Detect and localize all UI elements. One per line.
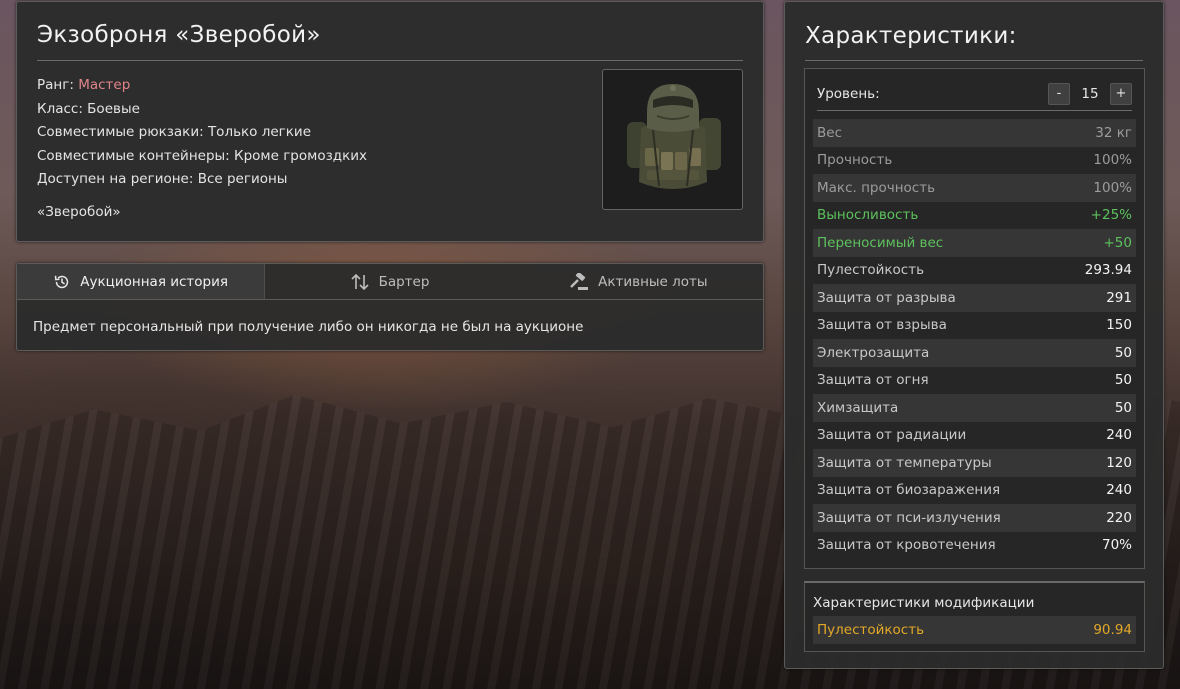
stat-row-weight: Вес 32 кг [813,119,1136,147]
stat-list: Вес 32 кг Прочность 100% Макс. прочность 10… [813,119,1136,559]
item-info-panel: Экзоброня «Зверобой» Ранг: Мастер Класс:… [16,1,764,242]
stat-row-explosion-protection: Защита от взрыва 150 [813,312,1136,340]
history-icon [55,275,69,288]
tab-auction-history-label: Аукционная история [80,273,229,290]
modification-row-bullet-resistance: Пулестойкость 90.94 [813,616,1136,644]
stat-value: 240 [1106,482,1132,499]
stat-value: 70% [1101,537,1132,554]
stat-value: 150 [1106,317,1132,334]
tab-barter[interactable]: Бартер [265,264,513,299]
stat-row-radiation-protection: Защита от радиации 240 [813,422,1136,450]
level-label: Уровень: [817,85,880,102]
stat-row-bleeding-protection: Защита от кровотечения 70% [813,532,1136,560]
item-image [602,69,743,210]
level-control: Уровень: - 15 + [817,77,1132,111]
swap-arrows-icon [351,273,369,290]
market-tabs-panel: Аукционная история Бартер Активные лоты … [16,263,764,351]
stat-value: 291 [1106,289,1132,306]
modification-stats-box: Характеристики модификации Пулестойкость… [804,581,1145,652]
item-title: Экзоброня «Зверобой» [37,22,321,48]
stat-value: 240 [1106,427,1132,444]
stat-row-electro-protection: Электрозащита 50 [813,339,1136,367]
modification-title: Характеристики модификации [813,595,1035,611]
modification-label: Пулестойкость [817,622,925,638]
stat-value: 100% [1093,179,1132,196]
stats-box: Уровень: - 15 + Вес 32 кг Прочность 100% М… [804,68,1145,569]
stat-label: Переносимый вес [817,234,944,251]
stat-row-max-durability: Макс. прочность 100% [813,174,1136,202]
stat-row-temperature-protection: Защита от температуры 120 [813,449,1136,477]
stat-label: Защита от пси-излучения [817,509,1001,526]
stat-value: 120 [1106,454,1132,471]
rank-value: Мастер [78,77,131,93]
backpacks-line: Совместимые рюкзаки: Только легкие [37,124,311,140]
stat-row-chemical-protection: Химзащита 50 [813,394,1136,422]
tab-active-lots-label: Активные лоты [598,273,708,290]
stat-row-stamina: Выносливость +25% [813,202,1136,230]
stat-label: Защита от радиации [817,427,967,444]
exoskeleton-armor-icon [626,83,721,189]
tab-barter-label: Бартер [378,273,430,290]
rank-line: Ранг: Мастер [37,74,367,98]
level-increase-button[interactable]: + [1110,82,1132,105]
stat-value: 293.94 [1084,262,1132,279]
stat-label: Защита от огня [817,372,929,389]
stat-label: Защита от взрыва [817,317,947,334]
class-line: Класс: Боевые [37,100,140,117]
stat-row-laceration-protection: Защита от разрыва 291 [813,284,1136,312]
stat-label: Защита от кровотечения [817,537,996,554]
stat-label: Макс. прочность [817,179,936,196]
item-properties: Ранг: Мастер Класс: Боевые Совместимые р… [37,74,367,192]
stat-label: Электрозащита [817,344,930,361]
stat-label: Прочность [817,152,893,169]
stat-value: +50 [1103,234,1133,251]
rank-label: Ранг: [37,77,74,93]
stat-row-bio-protection: Защита от биозаражения 240 [813,477,1136,505]
containers-line: Совместимые контейнеры: Кроме громоздких [37,147,368,164]
stat-value: 50 [1114,372,1132,389]
region-line: Доступен на регионе: Все регионы [37,171,288,187]
stats-title-divider [805,60,1143,61]
stat-value: 50 [1114,344,1132,361]
stat-value: 100% [1093,152,1132,169]
stat-label: Химзащита [817,399,899,416]
stat-row-fire-protection: Защита от огня 50 [813,367,1136,395]
stat-row-carry-weight: Переносимый вес +50 [813,229,1136,257]
stat-label: Защита от температуры [817,454,992,471]
stat-label: Выносливость [817,207,919,224]
tab-active-lots[interactable]: Активные лоты [514,264,763,299]
level-decrease-button[interactable]: - [1048,82,1070,105]
stat-row-durability: Прочность 100% [813,147,1136,175]
stat-row-psy-protection: Защита от пси-излучения 220 [813,504,1136,532]
stat-value: 32 кг [1095,124,1132,141]
stat-value: 50 [1114,399,1132,416]
stat-label: Защита от биозаражения [817,482,1001,499]
tab-auction-history[interactable]: Аукционная история [17,264,266,299]
stats-title: Характеристики: [805,23,1017,49]
stat-label: Защита от разрыва [817,289,956,306]
tab-bar: Аукционная история Бартер Активные лоты [17,264,763,300]
stats-panel: Характеристики: Уровень: - 15 + Вес 32 кг… [784,1,1164,669]
modification-value: 90.94 [1093,622,1132,638]
item-quote: «Зверобой» [37,204,121,220]
stat-value: 220 [1106,509,1132,526]
gavel-icon [570,272,589,290]
level-value: 15 [1081,85,1099,102]
stat-label: Вес [817,124,842,141]
stat-value: +25% [1090,207,1132,224]
auction-history-message: Предмет персональный при получение либо … [33,319,584,335]
title-divider [37,60,743,61]
stat-row-bullet-resistance: Пулестойкость 293.94 [813,257,1136,285]
stat-label: Пулестойкость [817,262,925,279]
